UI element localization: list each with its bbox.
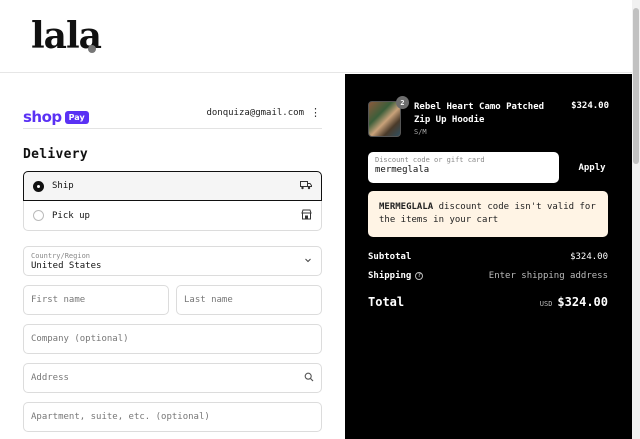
ship-radio[interactable] <box>33 180 44 192</box>
address-placeholder: Address <box>31 373 69 383</box>
page-scrollbar[interactable] <box>632 0 640 439</box>
email-text: donquiza@gmail.com <box>206 108 304 118</box>
first-name-field[interactable]: First name <box>23 285 169 315</box>
last-name-field[interactable]: Last name <box>176 285 322 315</box>
delivery-heading: Delivery <box>23 147 89 162</box>
order-summary-panel: 2 Rebel Heart Camo Patched Zip Up Hoodie… <box>345 74 632 439</box>
store-icon <box>301 209 312 223</box>
shoppay-brand: shop <box>23 108 62 126</box>
total-label: Total <box>368 295 405 309</box>
total-amount: USD $324.00 <box>540 295 608 309</box>
discount-code-input[interactable]: Discount code or gift card mermeglala <box>368 152 559 183</box>
product-name: Rebel Heart Camo Patched Zip Up Hoodie <box>414 102 545 125</box>
product-thumbnail <box>368 101 401 137</box>
country-value: United States <box>31 260 102 271</box>
currency-code: USD <box>539 300 553 308</box>
shoppay-badge: Pay <box>64 110 89 124</box>
subtotal-value: $324.00 <box>570 252 608 262</box>
ship-label: Ship <box>52 181 74 191</box>
scrollbar-thumb[interactable] <box>633 8 639 164</box>
site-header: lala <box>0 0 632 73</box>
company-placeholder: Company (optional) <box>31 334 129 344</box>
shipping-value: Enter shipping address <box>488 271 608 281</box>
account-email: donquiza@gmail.com ⋮ <box>206 107 321 118</box>
pickup-radio[interactable] <box>33 210 44 221</box>
info-icon[interactable]: ? <box>415 272 424 280</box>
checkout-form-panel: shop Pay donquiza@gmail.com ⋮ Delivery S… <box>0 74 345 439</box>
delivery-option-ship[interactable]: Ship <box>23 171 322 201</box>
address-field[interactable]: Address <box>23 363 322 393</box>
country-select[interactable]: Country/Region United States <box>23 246 322 276</box>
subtotal-label: Subtotal <box>368 252 412 262</box>
account-menu-icon[interactable]: ⋮ <box>310 107 321 118</box>
country-label: Country/Region <box>31 251 91 260</box>
product-variant: S/M <box>414 128 427 136</box>
subtotal-row: Subtotal $324.00 <box>368 252 608 262</box>
apply-discount-button[interactable]: Apply <box>567 152 617 183</box>
apartment-placeholder: Apartment, suite, etc. (optional) <box>31 412 210 422</box>
discount-placeholder: Discount code or gift card <box>375 156 485 164</box>
total-value: $324.00 <box>557 295 608 309</box>
apartment-field[interactable]: Apartment, suite, etc. (optional) <box>23 402 322 432</box>
chevron-down-icon <box>304 256 312 266</box>
product-price: $324.00 <box>571 101 609 111</box>
company-field[interactable]: Company (optional) <box>23 324 322 354</box>
discount-error-message: MERMEGLALA discount code isn't valid for… <box>368 191 608 237</box>
total-row: Total USD $324.00 <box>368 295 608 309</box>
first-name-placeholder: First name <box>31 295 86 305</box>
search-icon <box>304 372 314 385</box>
shipping-label-group: Shipping ? <box>368 271 424 281</box>
shipping-row: Shipping ? Enter shipping address <box>368 271 608 281</box>
shoppay-logo: shop Pay <box>23 108 89 126</box>
divider <box>23 128 322 129</box>
discount-value: mermeglala <box>375 165 430 175</box>
last-name-placeholder: Last name <box>184 295 233 305</box>
registered-mark-icon <box>88 45 96 53</box>
delivery-option-pickup[interactable]: Pick up <box>23 201 322 231</box>
truck-icon <box>300 180 312 193</box>
error-code: MERMEGLALA <box>379 202 434 212</box>
shipping-label: Shipping <box>368 271 412 281</box>
quantity-badge: 2 <box>396 96 409 109</box>
pickup-label: Pick up <box>52 210 90 221</box>
